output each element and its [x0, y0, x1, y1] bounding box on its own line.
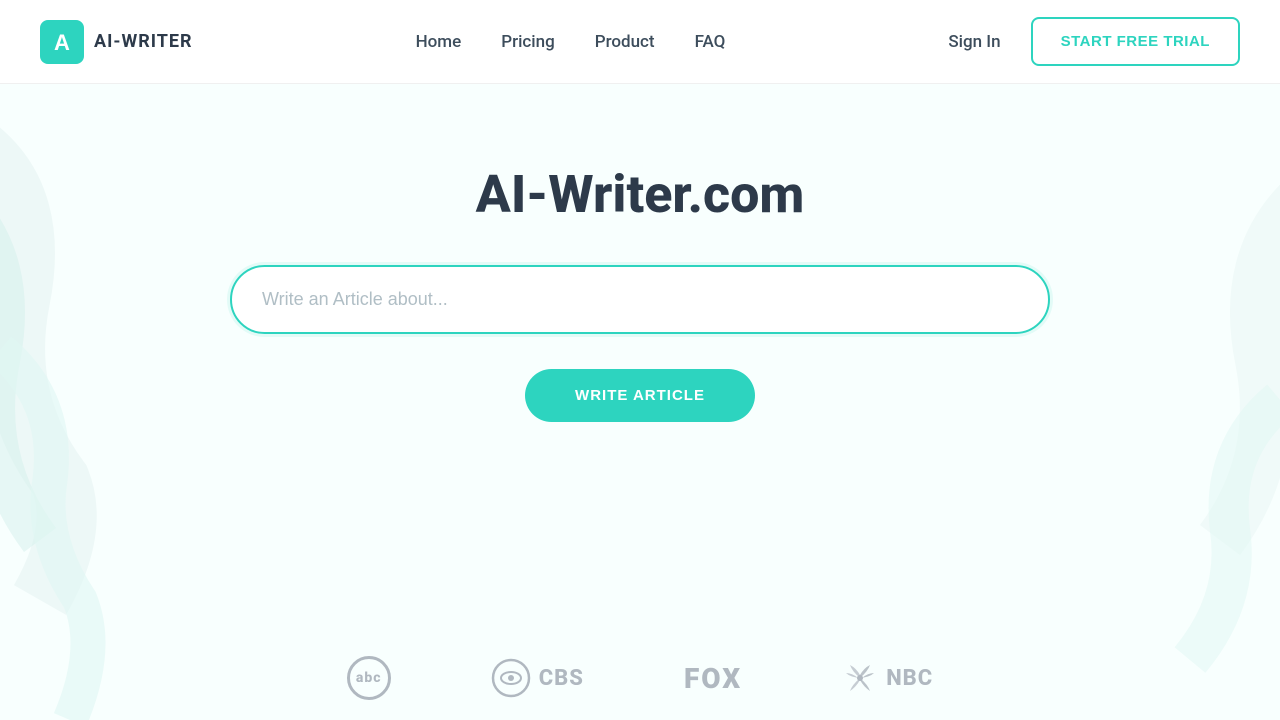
nav-pricing[interactable]: Pricing	[501, 32, 555, 52]
abc-logo: abc	[347, 656, 391, 700]
fox-label: FOX	[684, 662, 742, 695]
write-article-button[interactable]: WRITE ARTICLE	[525, 369, 755, 422]
nbc-label: NBC	[886, 666, 933, 691]
hero-title: AI-Writer.com	[476, 164, 805, 225]
start-trial-button[interactable]: START FREE TRIAL	[1031, 17, 1240, 66]
abc-circle-icon: abc	[347, 656, 391, 700]
media-logos: abc CBS FOX NBC	[0, 656, 1280, 700]
article-topic-input[interactable]	[230, 265, 1050, 334]
cbs-label: CBS	[539, 666, 584, 691]
nav-right: Sign In START FREE TRIAL	[948, 17, 1240, 66]
nbc-peacock-icon	[842, 663, 878, 693]
nav-home[interactable]: Home	[416, 32, 462, 52]
hero-section: AI-Writer.com WRITE ARTICLE	[0, 84, 1280, 422]
fox-logo: FOX	[684, 662, 742, 695]
svg-text:A: A	[54, 30, 70, 55]
nav-links: Home Pricing Product FAQ	[416, 32, 726, 52]
navbar: A AI-WRITER Home Pricing Product FAQ Sig…	[0, 0, 1280, 84]
search-container	[230, 265, 1050, 334]
logo-icon: A	[40, 20, 84, 64]
cbs-logo: CBS	[491, 658, 584, 698]
cbs-eye-icon	[491, 658, 531, 698]
logo-text: AI-WRITER	[94, 31, 193, 52]
sign-in-link[interactable]: Sign In	[948, 32, 1000, 52]
nav-product[interactable]: Product	[595, 32, 655, 52]
nav-faq[interactable]: FAQ	[695, 32, 726, 52]
nbc-logo: NBC	[842, 663, 933, 693]
logo[interactable]: A AI-WRITER	[40, 20, 193, 64]
